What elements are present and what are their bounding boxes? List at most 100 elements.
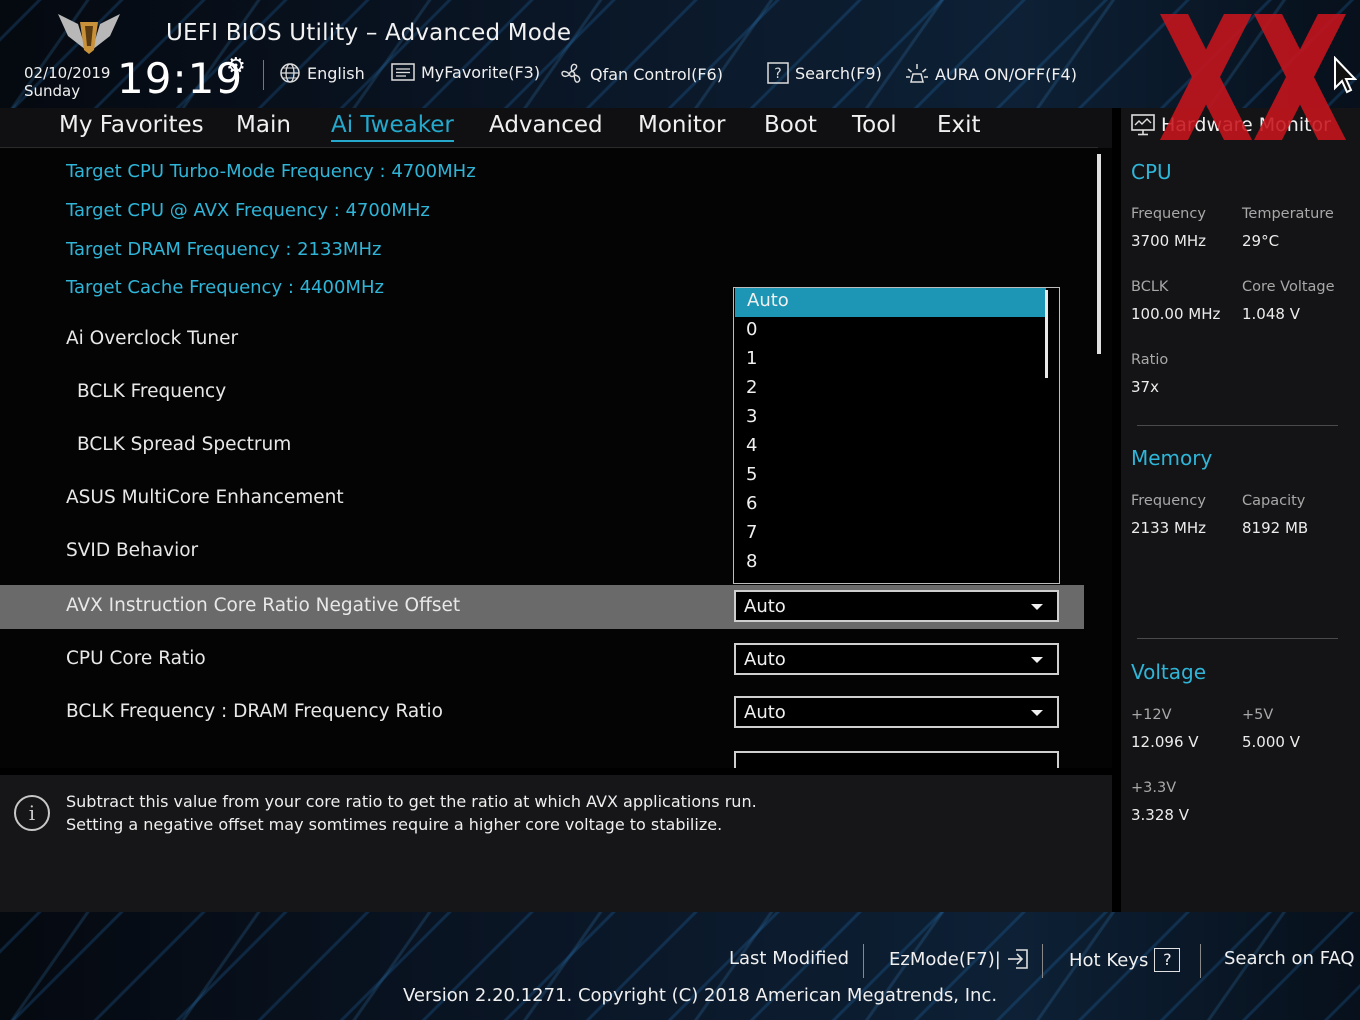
option-item[interactable]: 6 bbox=[734, 491, 1046, 520]
setting-label: BCLK Spread Spectrum bbox=[77, 434, 292, 455]
option-item[interactable]: 3 bbox=[734, 404, 1046, 433]
app-title: UEFI BIOS Utility – Advanced Mode bbox=[166, 20, 572, 46]
avx-offset-dropdown[interactable]: Auto bbox=[734, 590, 1059, 622]
settings-panel: Target CPU Turbo-Mode Frequency : 4700MH… bbox=[0, 148, 1112, 768]
cpu-frequency-label: Frequency bbox=[1131, 206, 1206, 222]
option-item[interactable]: 4 bbox=[734, 433, 1046, 462]
core-voltage-label: Core Voltage bbox=[1242, 279, 1335, 295]
tab-advanced[interactable]: Advanced bbox=[489, 112, 603, 138]
svg-text:?: ? bbox=[774, 66, 781, 82]
ezmode-button[interactable]: EzMode(F7)| bbox=[889, 948, 1029, 970]
cpu-heading: CPU bbox=[1131, 160, 1172, 184]
option-item[interactable]: 7 bbox=[734, 520, 1046, 549]
core-voltage-value: 1.048 V bbox=[1242, 305, 1300, 323]
ratio-label: Ratio bbox=[1131, 352, 1169, 368]
cpu-temperature-value: 29°C bbox=[1242, 232, 1280, 250]
tab-ai-tweaker[interactable]: Ai Tweaker bbox=[331, 112, 454, 142]
setting-cpu-core-ratio[interactable]: CPU Core Ratio Auto bbox=[0, 638, 1084, 682]
memory-capacity-label: Capacity bbox=[1242, 493, 1306, 509]
bclk-label: BCLK bbox=[1131, 279, 1169, 295]
option-item[interactable]: Auto bbox=[735, 288, 1046, 317]
memory-frequency-label: Frequency bbox=[1131, 493, 1206, 509]
cpu-core-ratio-dropdown[interactable]: Auto bbox=[734, 643, 1059, 675]
v33-value: 3.328 V bbox=[1131, 806, 1189, 824]
help-text: Subtract this value from your core ratio… bbox=[66, 790, 757, 836]
clock-time: 19:19 bbox=[117, 54, 244, 103]
search-faq-label: Search on FAQ bbox=[1224, 948, 1355, 969]
setting-row-cut-off[interactable] bbox=[0, 746, 1084, 768]
caret-down-icon bbox=[1031, 604, 1043, 610]
mouse-cursor-icon bbox=[1334, 56, 1357, 94]
info-icon: i bbox=[14, 795, 50, 831]
option-item[interactable]: 2 bbox=[734, 375, 1046, 404]
hot-keys-label: Hot Keys bbox=[1069, 949, 1149, 971]
gear-icon[interactable]: ⚙ bbox=[226, 54, 246, 79]
bclk-dram-ratio-dropdown[interactable]: Auto bbox=[734, 696, 1059, 728]
v12-value: 12.096 V bbox=[1131, 733, 1199, 751]
search-faq-button[interactable]: Search on FAQ bbox=[1224, 948, 1355, 969]
watermark-logo-icon bbox=[1160, 14, 1346, 140]
cut-off-dropdown[interactable] bbox=[734, 751, 1059, 768]
tab-monitor[interactable]: Monitor bbox=[638, 112, 725, 138]
avx-offset-option-list: Auto 0 1 2 3 4 5 6 7 8 bbox=[733, 287, 1060, 584]
memory-heading: Memory bbox=[1131, 446, 1213, 470]
memory-capacity-value: 8192 MB bbox=[1242, 519, 1309, 537]
tab-boot[interactable]: Boot bbox=[764, 112, 817, 138]
exit-arrow-icon bbox=[1007, 949, 1028, 969]
myfavorite-button[interactable]: MyFavorite(F3) bbox=[391, 62, 540, 82]
last-modified-button[interactable]: Last Modified bbox=[729, 948, 849, 969]
aura-toggle-label: AURA ON/OFF(F4) bbox=[935, 64, 1077, 84]
day-text: Sunday bbox=[24, 82, 81, 100]
dropdown-value: Auto bbox=[744, 702, 786, 723]
setting-bclk-dram-ratio[interactable]: BCLK Frequency : DRAM Frequency Ratio Au… bbox=[0, 691, 1084, 735]
v12-label: +12V bbox=[1131, 707, 1172, 723]
help-panel: i Subtract this value from your core rat… bbox=[0, 775, 1112, 912]
hot-keys-button[interactable]: Hot Keys ? bbox=[1069, 948, 1181, 972]
setting-label: BCLK Frequency bbox=[77, 381, 227, 402]
option-item[interactable]: 5 bbox=[734, 462, 1046, 491]
language-label: English bbox=[307, 63, 365, 83]
option-item[interactable]: 0 bbox=[734, 317, 1046, 346]
hw-divider bbox=[1137, 638, 1338, 639]
monitor-icon bbox=[1131, 114, 1155, 136]
setting-label: BCLK Frequency : DRAM Frequency Ratio bbox=[66, 701, 443, 722]
setting-label: ASUS MultiCore Enhancement bbox=[66, 487, 344, 508]
setting-label: SVID Behavior bbox=[66, 540, 199, 561]
setting-label: CPU Core Ratio bbox=[66, 648, 206, 669]
language-button[interactable]: English bbox=[279, 62, 365, 84]
cpu-frequency-value: 3700 MHz bbox=[1131, 232, 1207, 250]
tuf-logo-icon bbox=[58, 14, 120, 54]
footer-divider bbox=[1200, 944, 1201, 978]
qfan-control-button[interactable]: Qfan Control(F6) bbox=[560, 62, 723, 86]
option-list-scrollbar[interactable] bbox=[1045, 290, 1048, 378]
qfan-control-label: Qfan Control(F6) bbox=[590, 64, 723, 84]
dropdown-value: Auto bbox=[744, 649, 786, 670]
caret-down-icon bbox=[1031, 710, 1043, 716]
footer-divider bbox=[863, 944, 864, 978]
aura-light-icon bbox=[906, 64, 928, 83]
v33-label: +3.3V bbox=[1131, 780, 1177, 796]
bclk-value: 100.00 MHz bbox=[1131, 305, 1221, 323]
v5-value: 5.000 V bbox=[1242, 733, 1300, 751]
ezmode-label: EzMode(F7)| bbox=[889, 948, 1001, 970]
v5-label: +5V bbox=[1242, 707, 1274, 723]
search-button[interactable]: ? Search(F9) bbox=[767, 62, 882, 84]
tab-main[interactable]: Main bbox=[236, 112, 291, 138]
setting-avx-ratio-offset[interactable]: AVX Instruction Core Ratio Negative Offs… bbox=[0, 585, 1084, 629]
question-key-icon: ? bbox=[1154, 948, 1181, 972]
last-modified-label: Last Modified bbox=[729, 948, 850, 969]
help-line-2: Setting a negative offset may somtimes r… bbox=[66, 815, 723, 834]
tab-exit[interactable]: Exit bbox=[937, 112, 981, 138]
caret-down-icon bbox=[1031, 657, 1043, 663]
setting-label: AVX Instruction Core Ratio Negative Offs… bbox=[66, 595, 461, 616]
tab-my-favorites[interactable]: My Favorites bbox=[59, 112, 204, 138]
hardware-monitor-panel: Hardware Monitor CPU Frequency Temperatu… bbox=[1121, 108, 1360, 912]
tab-tool[interactable]: Tool bbox=[852, 112, 897, 138]
footer-divider bbox=[1042, 944, 1043, 978]
option-item[interactable]: 8 bbox=[734, 549, 1046, 578]
option-item[interactable]: 1 bbox=[734, 346, 1046, 375]
main-scrollbar[interactable] bbox=[1097, 154, 1101, 354]
aura-toggle-button[interactable]: AURA ON/OFF(F4) bbox=[905, 62, 1077, 86]
memory-frequency-value: 2133 MHz bbox=[1131, 519, 1207, 537]
version-text: Version 2.20.1271. Copyright (C) 2018 Am… bbox=[403, 985, 998, 1006]
